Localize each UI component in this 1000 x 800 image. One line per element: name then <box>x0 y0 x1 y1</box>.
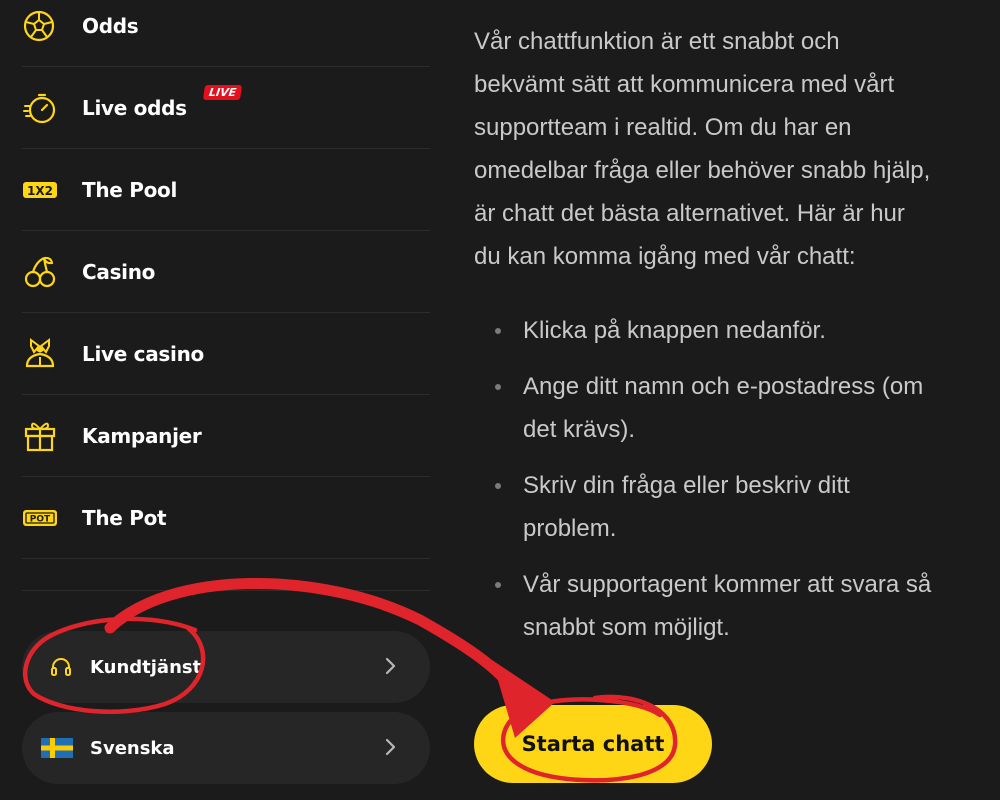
dealer-icon <box>22 334 62 374</box>
sidebar-item-label: Casino <box>82 259 156 284</box>
step-text: det krävs). <box>523 416 636 443</box>
sidebar-divider <box>22 590 430 591</box>
step-text: problem. <box>523 515 617 542</box>
start-chat-button[interactable]: Starta chatt <box>474 705 712 783</box>
gift-icon <box>22 416 62 456</box>
intro-paragraph: Vår chattfunktion är ett snabbt och bekv… <box>474 20 984 278</box>
support-button[interactable]: Kundtjänst <box>22 631 430 703</box>
bullet-dot <box>495 582 501 588</box>
sidebar-item-the-pot[interactable]: POT The Pot <box>22 477 430 559</box>
sidebar-item-label: The Pot <box>82 505 167 530</box>
sidebar-item-casino[interactable]: Casino <box>22 231 430 313</box>
language-button[interactable]: Svenska <box>22 712 430 784</box>
sidebar-item-label: Kampanjer <box>82 423 202 448</box>
sidebar-item-live-casino[interactable]: Live casino <box>22 313 430 395</box>
chevron-right-icon <box>384 655 398 681</box>
pot-icon: POT <box>22 498 62 538</box>
swedish-flag-icon <box>40 738 74 758</box>
1x2-icon: 1X2 <box>22 170 62 210</box>
step-text: snabbt som möjligt. <box>523 614 730 641</box>
chevron-right-icon <box>384 736 398 762</box>
intro-line: bekvämt sätt att kommunicera med vårt <box>474 71 895 98</box>
support-label: Kundtjänst <box>90 656 202 678</box>
step-text: Skriv din fråga eller beskriv ditt <box>523 472 850 499</box>
sidebar-item-label: The Pool <box>82 177 178 202</box>
svg-text:POT: POT <box>30 514 51 524</box>
stopwatch-icon <box>22 88 62 128</box>
sidebar-item-label: Odds <box>82 13 139 38</box>
intro-line: är chatt det bästa alternativet. Här är … <box>474 200 905 227</box>
language-label: Svenska <box>90 737 175 759</box>
sidebar-item-the-pool[interactable]: 1X2 The Pool <box>22 149 430 231</box>
step-text: Vår supportagent kommer att svara så <box>523 571 932 598</box>
sidebar-item-kampanjer[interactable]: Kampanjer <box>22 395 430 477</box>
intro-line: Vår chattfunktion är ett snabbt och <box>474 28 840 55</box>
intro-line: du kan komma igång med vår chatt: <box>474 243 856 270</box>
bullet-dot <box>495 328 501 334</box>
step-text: Klicka på knappen nedanför. <box>523 317 826 344</box>
sidebar: Odds Live odds LIVE 1X2 The Pool Casino … <box>0 0 430 800</box>
intro-line: supportteam i realtid. Om du har en <box>474 114 852 141</box>
cherries-icon <box>22 252 62 292</box>
sidebar-item-odds[interactable]: Odds <box>22 0 430 67</box>
bullet-dot <box>495 483 501 489</box>
sidebar-item-live-odds[interactable]: Live odds LIVE <box>22 67 430 149</box>
headset-icon <box>46 656 76 678</box>
football-icon <box>22 6 62 46</box>
sidebar-item-label: Live casino <box>82 341 204 366</box>
intro-line: omedelbar fråga eller behöver snabb hjäl… <box>474 157 931 184</box>
svg-text:1X2: 1X2 <box>27 184 53 198</box>
live-badge: LIVE <box>202 85 243 100</box>
sidebar-item-label: Live odds <box>82 95 187 120</box>
bullet-dot <box>495 384 501 390</box>
step-text: Ange ditt namn och e-postadress (om <box>523 373 924 400</box>
